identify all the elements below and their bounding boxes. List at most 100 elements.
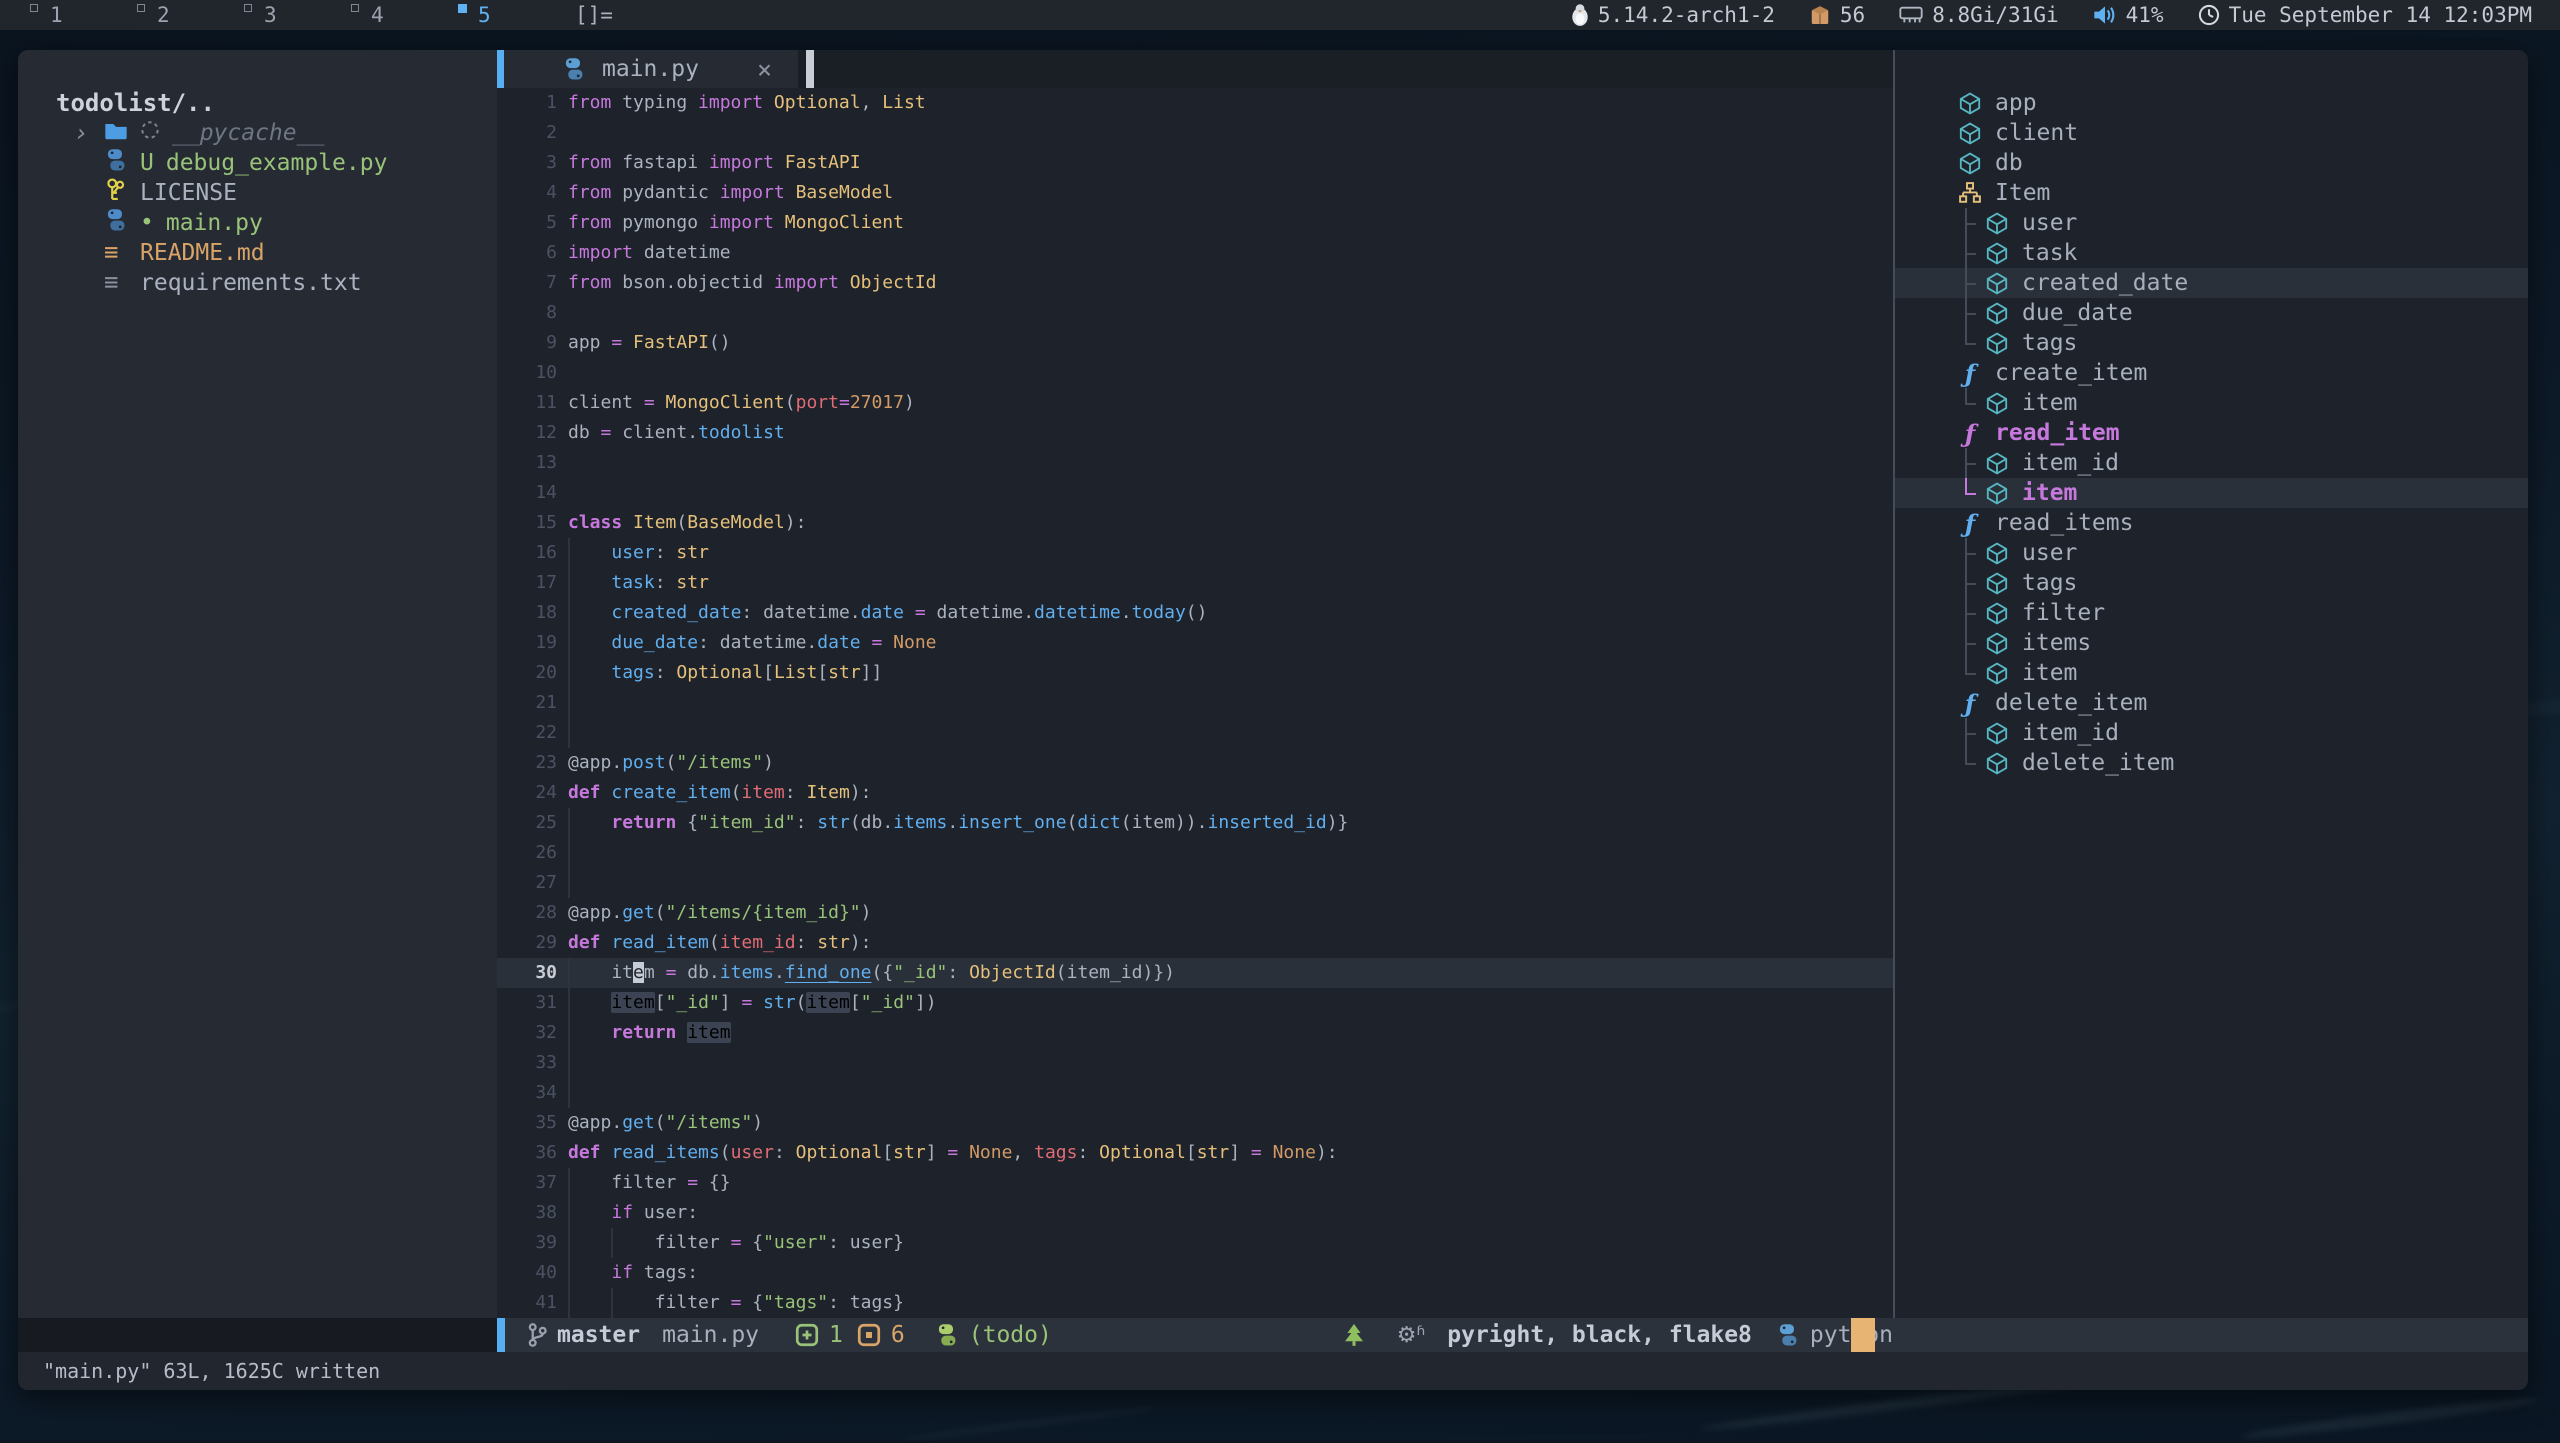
code-line[interactable]: 29def read_item(item_id: str): [497,928,1893,958]
code-line[interactable]: 10 [497,358,1893,388]
tree-item-debug_example.py[interactable]: Udebug_example.py [18,148,497,178]
symbol-app[interactable]: app [1895,88,2528,118]
symbol-read_items[interactable]: ƒread_items [1895,508,2528,538]
symbol-db[interactable]: db [1895,148,2528,178]
code-line[interactable]: 26 [497,838,1893,868]
code-line[interactable]: 36def read_items(user: Optional[str] = N… [497,1138,1893,1168]
symbol-item_id[interactable]: item_id [1895,718,2528,748]
code-token: [ [850,992,861,1013]
workspace-4[interactable]: 4 [347,0,454,30]
code-line[interactable]: 1from typing import Optional, List [497,88,1893,118]
code-line[interactable]: 8 [497,298,1893,328]
code-line[interactable]: 7from bson.objectid import ObjectId [497,268,1893,298]
code-line[interactable]: 28@app.get("/items/{item_id}") [497,898,1893,928]
code-line[interactable]: 3from fastapi import FastAPI [497,148,1893,178]
tree-item-LICENSE[interactable]: LICENSE [18,178,497,208]
workspace-5[interactable]: 5 [454,0,561,30]
workspace-3[interactable]: 3 [240,0,347,30]
code-line[interactable]: 30 item = db.items.find_one({"_id": Obje… [497,958,1893,988]
symbol-user[interactable]: user [1895,208,2528,238]
code-line[interactable]: 15class Item(BaseModel): [497,508,1893,538]
tab-main-py[interactable]: main.py × [504,50,798,88]
code-token: if [611,1262,644,1283]
code-line[interactable]: 38 if user: [497,1198,1893,1228]
workspace-1[interactable]: 1 [26,0,133,30]
code-line[interactable]: 24def create_item(item: Item): [497,778,1893,808]
symbol-user[interactable]: user [1895,538,2528,568]
tree-item-README.md[interactable]: ≡README.md [18,238,497,268]
code-line[interactable]: 11client = MongoClient(port=27017) [497,388,1893,418]
symbol-items[interactable]: items [1895,628,2528,658]
code-token: BaseModel [796,182,894,203]
code-line[interactable]: 5from pymongo import MongoClient [497,208,1893,238]
symbol-tags[interactable]: tags [1895,328,2528,358]
code-token: "user" [763,1232,828,1253]
tree-item-main.py[interactable]: •main.py [18,208,497,238]
line-number: 13 [497,448,557,478]
cmdline-message: "main.py" 63L, 1625C written [43,1359,380,1383]
tree-item-__pycache__[interactable]: ›__pycache__ [18,118,497,148]
line-number: 23 [497,748,557,778]
symbol-item[interactable]: item [1895,388,2528,418]
code-line[interactable]: 19 due_date: datetime.date = None [497,628,1893,658]
code-line[interactable]: 34 [497,1078,1893,1108]
system-status-text: Tue September 14 12:03PM [2229,3,2532,27]
code-line[interactable]: 35@app.get("/items") [497,1108,1893,1138]
code-line[interactable]: 21 [497,688,1893,718]
code-line[interactable]: 32 return item [497,1018,1893,1048]
symbol-due_date[interactable]: due_date [1895,298,2528,328]
symbol-filter[interactable]: filter [1895,598,2528,628]
tree-item-requirements.txt[interactable]: ≡requirements.txt [18,268,497,298]
code-token: FastAPI [633,332,709,353]
symbol-task[interactable]: task [1895,238,2528,268]
tree-item-label: debug_example.py [166,150,388,176]
code-line[interactable]: 16 user: str [497,538,1893,568]
code-token: None [893,632,936,653]
code-line[interactable]: 39 filter = {"user": user} [497,1228,1893,1258]
symbol-item[interactable]: item [1895,478,2528,508]
code-line[interactable]: 2 [497,118,1893,148]
code-line[interactable]: 12db = client.todolist [497,418,1893,448]
workspace-2[interactable]: 2 [133,0,240,30]
symbol-item_id[interactable]: item_id [1895,448,2528,478]
indent-guide [568,688,570,718]
code-token: () [1186,602,1208,623]
code-line[interactable]: 40 if tags: [497,1258,1893,1288]
code-line[interactable]: 20 tags: Optional[List[str]] [497,658,1893,688]
symbol-create_item[interactable]: ƒcreate_item [1895,358,2528,388]
code-buffer[interactable]: 1from typing import Optional, List23from… [497,88,1893,1318]
code-line[interactable]: 18 created_date: datetime.date = datetim… [497,598,1893,628]
code-line[interactable]: 31 item["_id"] = str(item["_id"]) [497,988,1893,1018]
code-line[interactable]: 33 [497,1048,1893,1078]
code-line[interactable]: 17 task: str [497,568,1893,598]
symbol-delete_item[interactable]: delete_item [1895,748,2528,778]
symbol-delete_item[interactable]: ƒdelete_item [1895,688,2528,718]
code-line[interactable]: 37 filter = {} [497,1168,1893,1198]
code-line[interactable]: 13 [497,448,1893,478]
symbol-created_date[interactable]: created_date [1895,268,2528,298]
code-token: pydantic [622,182,720,203]
tree-connector [1958,658,1985,688]
code-line[interactable]: 25 return {"item_id": str(db.items.inser… [497,808,1893,838]
code-line[interactable]: 14 [497,478,1893,508]
code-line[interactable]: 23@app.post("/items") [497,748,1893,778]
symbol-Item[interactable]: Item [1895,178,2528,208]
code-line[interactable]: 6import datetime [497,238,1893,268]
code-line[interactable]: 27 [497,868,1893,898]
system-status-item: 56 [1809,3,1865,27]
code-token: datetime [1034,602,1121,623]
code-token: from [568,212,622,233]
code-token [568,992,611,1013]
symbol-client[interactable]: client [1895,118,2528,148]
code-line[interactable]: 4from pydantic import BaseModel [497,178,1893,208]
code-line[interactable]: 41 filter = {"tags": tags} [497,1288,1893,1318]
symbol-item[interactable]: item [1895,658,2528,688]
code-text: created_date: datetime.date = datetime.d… [568,602,1207,623]
tab-close-icon[interactable]: × [757,55,772,84]
tree-item-label: README.md [140,240,265,266]
code-line[interactable]: 9app = FastAPI() [497,328,1893,358]
code-token: None [1273,1142,1316,1163]
symbol-tags[interactable]: tags [1895,568,2528,598]
symbol-read_item[interactable]: ƒread_item [1895,418,2528,448]
code-line[interactable]: 22 [497,718,1893,748]
